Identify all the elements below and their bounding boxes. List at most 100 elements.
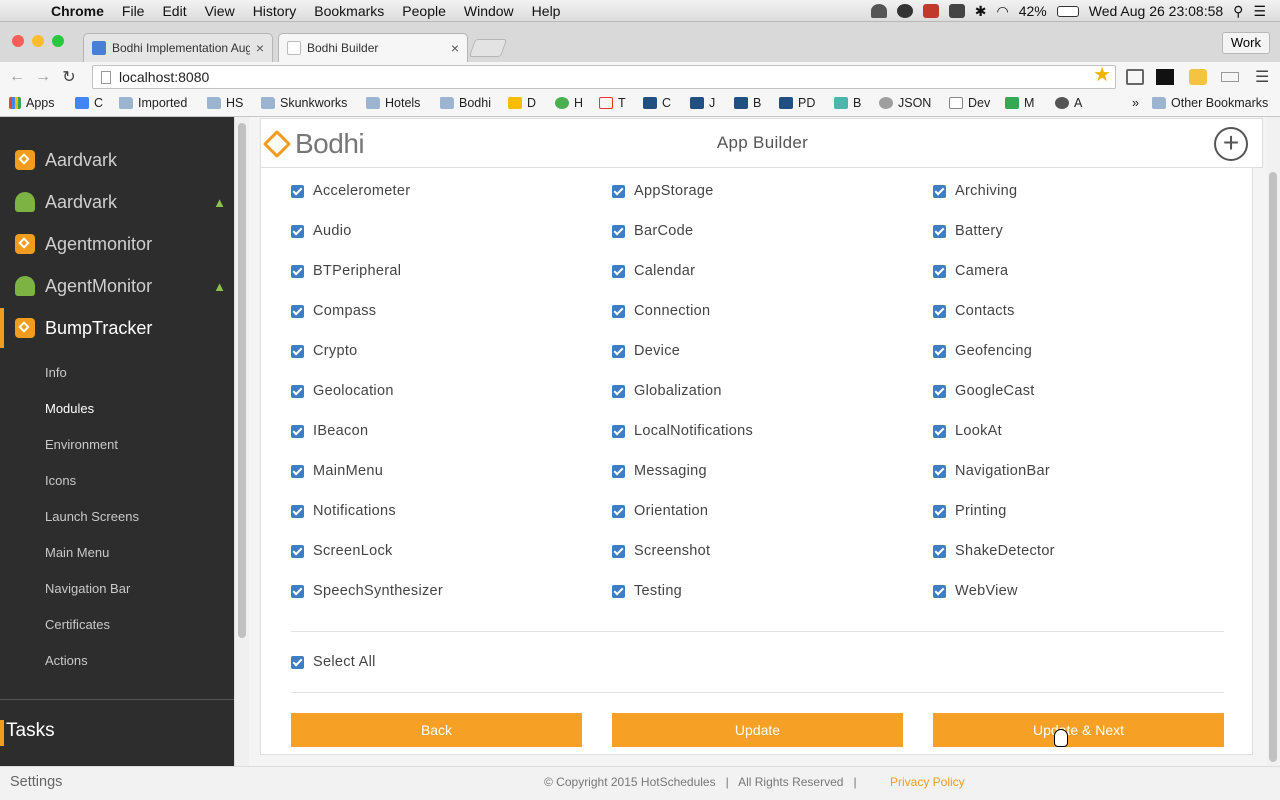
window-minimize-button[interactable] <box>32 35 44 47</box>
bookmark-t[interactable]: T <box>599 96 626 110</box>
module-checkbox-googlecast[interactable]: GoogleCast <box>933 383 1035 399</box>
module-checkbox-screenlock[interactable]: ScreenLock <box>291 543 393 559</box>
window-close-button[interactable] <box>12 35 24 47</box>
module-checkbox-btperipheral[interactable]: BTPeripheral <box>291 263 401 279</box>
sidebar-item-environment[interactable]: Environment <box>45 437 118 452</box>
module-checkbox-accelerometer[interactable]: Accelerometer <box>291 183 410 199</box>
module-checkbox-compass[interactable]: Compass <box>291 303 376 319</box>
menu-edit[interactable]: Edit <box>153 3 195 19</box>
module-checkbox-device[interactable]: Device <box>612 343 680 359</box>
sidebar-item-icons[interactable]: Icons <box>45 473 76 488</box>
main-scrollbar[interactable] <box>1267 117 1280 766</box>
bookmark-hs[interactable]: HS <box>207 96 243 110</box>
menu-bookmarks[interactable]: Bookmarks <box>305 3 393 19</box>
more-bookmarks-chevron-icon[interactable]: » <box>1132 96 1139 110</box>
battery-percent[interactable]: 42% <box>1019 3 1047 19</box>
module-checkbox-appstorage[interactable]: AppStorage <box>612 183 714 199</box>
back-button[interactable]: Back <box>291 713 582 747</box>
tab-bodhi-implementation[interactable]: Bodhi Implementation Aug × <box>83 33 273 62</box>
module-checkbox-navigationbar[interactable]: NavigationBar <box>933 463 1050 479</box>
tab-bodhi-builder[interactable]: Bodhi Builder × <box>278 33 468 62</box>
bluetooth-icon[interactable]: ✱ <box>975 3 987 20</box>
sidebar-item-actions[interactable]: Actions <box>45 653 88 668</box>
bookmark-skunkworks[interactable]: Skunkworks <box>261 96 347 110</box>
menu-history[interactable]: History <box>244 3 306 19</box>
module-checkbox-notifications[interactable]: Notifications <box>291 503 396 519</box>
bookmark-d[interactable]: D <box>508 96 536 110</box>
bookmark-c2[interactable]: C <box>643 96 671 110</box>
bookmark-j[interactable]: J <box>690 96 715 110</box>
sidebar-item-launch-screens[interactable]: Launch Screens <box>45 509 139 524</box>
cast-icon[interactable] <box>1126 69 1144 85</box>
bookmark-a[interactable]: A <box>1055 96 1082 110</box>
bookmark-dev[interactable]: Dev <box>949 96 990 110</box>
bookmark-b2[interactable]: B <box>834 96 861 110</box>
sidebar-app-agentmonitor-ios[interactable]: Agentmonitor <box>0 224 234 264</box>
menu-file[interactable]: File <box>113 3 154 19</box>
bookmark-pd[interactable]: PD <box>779 96 815 110</box>
close-tab-icon[interactable]: × <box>256 40 264 56</box>
reload-icon[interactable]: ↻ <box>56 67 82 87</box>
spotlight-search-icon[interactable]: ⚲ <box>1233 3 1243 20</box>
bookmark-b[interactable]: B <box>734 96 761 110</box>
bookmark-m[interactable]: M <box>1005 96 1034 110</box>
profile-button[interactable]: Work <box>1221 32 1270 54</box>
update-next-button[interactable]: Update & Next <box>933 713 1224 747</box>
add-plus-icon[interactable]: + <box>1214 127 1248 161</box>
module-checkbox-crypto[interactable]: Crypto <box>291 343 358 359</box>
module-checkbox-shakedetector[interactable]: ShakeDetector <box>933 543 1055 559</box>
bookmark-apps[interactable]: Apps <box>9 96 55 110</box>
module-checkbox-testing[interactable]: Testing <box>612 583 682 599</box>
close-tab-icon[interactable]: × <box>451 40 459 56</box>
module-checkbox-screenshot[interactable]: Screenshot <box>612 543 710 559</box>
sidebar-app-aardvark-android[interactable]: Aardvark ▲ <box>0 182 234 222</box>
window-zoom-button[interactable] <box>52 35 64 47</box>
sidebar-scrollbar[interactable] <box>234 117 249 766</box>
scrollbar-thumb[interactable] <box>1269 172 1277 762</box>
module-checkbox-geolocation[interactable]: Geolocation <box>291 383 394 399</box>
extension-wtf-icon[interactable] <box>1221 72 1239 82</box>
select-all-checkbox[interactable]: Select All <box>291 654 376 670</box>
settings-link[interactable]: Settings <box>10 774 62 790</box>
menu-help[interactable]: Help <box>523 3 570 19</box>
extension-ci-icon[interactable] <box>1156 69 1174 85</box>
module-checkbox-printing[interactable]: Printing <box>933 503 1007 519</box>
battery-icon[interactable] <box>1056 5 1079 17</box>
menu-app-chrome[interactable]: Chrome <box>42 3 113 19</box>
address-bar[interactable]: localhost:8080 ★ <box>92 64 1116 89</box>
module-checkbox-contacts[interactable]: Contacts <box>933 303 1015 319</box>
sidebar-tasks[interactable]: Tasks <box>0 720 55 746</box>
bookmark-c[interactable]: C <box>75 96 103 110</box>
extension-trello-icon[interactable] <box>1189 69 1207 85</box>
module-checkbox-calendar[interactable]: Calendar <box>612 263 695 279</box>
module-checkbox-globalization[interactable]: Globalization <box>612 383 722 399</box>
sidebar-app-bumptracker-ios[interactable]: BumpTracker <box>0 308 234 348</box>
menu-window[interactable]: Window <box>455 3 523 19</box>
bookmark-star-icon[interactable]: ★ <box>1093 64 1111 86</box>
notification-bell-icon[interactable] <box>870 4 887 18</box>
sidebar-item-modules[interactable]: Modules <box>45 401 94 416</box>
module-checkbox-barcode[interactable]: BarCode <box>612 223 693 239</box>
menu-people[interactable]: People <box>393 3 455 19</box>
sidebar-item-certificates[interactable]: Certificates <box>45 617 110 632</box>
other-bookmarks[interactable]: Other Bookmarks <box>1152 96 1268 110</box>
update-button[interactable]: Update <box>612 713 903 747</box>
clock[interactable]: Wed Aug 26 23:08:58 <box>1089 3 1223 19</box>
notification-center-icon[interactable]: ☰ <box>1253 3 1266 20</box>
module-checkbox-ibeacon[interactable]: IBeacon <box>291 423 368 439</box>
module-checkbox-messaging[interactable]: Messaging <box>612 463 707 479</box>
scrollbar-thumb[interactable] <box>238 123 246 638</box>
module-checkbox-connection[interactable]: Connection <box>612 303 710 319</box>
chrome-menu-icon[interactable]: ☰ <box>1255 67 1269 87</box>
wifi-icon[interactable]: ◠ <box>997 3 1009 20</box>
sidebar-item-info[interactable]: Info <box>45 365 67 380</box>
menu-view[interactable]: View <box>196 3 244 19</box>
module-checkbox-speechsynthesizer[interactable]: SpeechSynthesizer <box>291 583 443 599</box>
new-tab-button[interactable] <box>468 39 508 57</box>
privacy-policy-link[interactable]: Privacy Policy <box>890 775 965 789</box>
bookmark-bodhi[interactable]: Bodhi <box>440 96 491 110</box>
bookmark-hotels[interactable]: Hotels <box>366 96 420 110</box>
bookmark-h[interactable]: H <box>555 96 583 110</box>
screen-icon[interactable] <box>948 4 965 18</box>
camera-icon[interactable] <box>922 4 939 18</box>
